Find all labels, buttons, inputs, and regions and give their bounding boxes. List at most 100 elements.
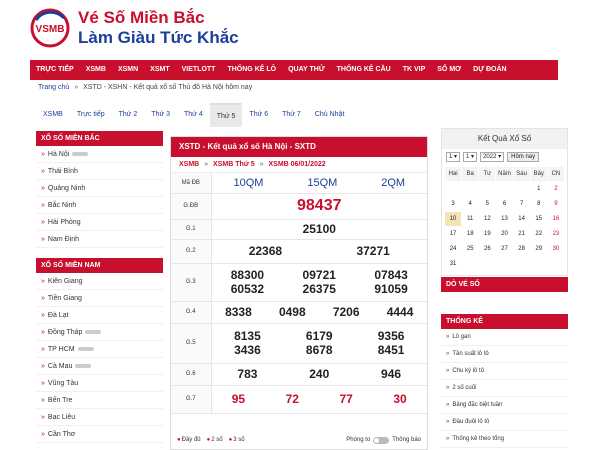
- prize-row: G.6 783 240 946: [171, 363, 427, 386]
- calendar-day: [531, 257, 547, 271]
- month-select[interactable]: 1 ▾: [463, 152, 478, 162]
- sidebar-item[interactable]: » Vũng Tàu: [36, 375, 163, 392]
- option-full[interactable]: ●Đầy đủ: [177, 437, 201, 443]
- nav-item[interactable]: XSMN: [112, 60, 144, 80]
- calendar-day[interactable]: 20: [496, 227, 512, 241]
- nav-item[interactable]: THỐNG KÊ LÔ: [221, 60, 282, 80]
- thong-ke-item[interactable]: » Lô gan: [441, 329, 568, 346]
- vsmb-logo-icon[interactable]: VSMB: [30, 8, 70, 48]
- nav-item[interactable]: XSMT: [144, 60, 175, 80]
- sidebar-item[interactable]: » Quảng Ninh: [36, 180, 163, 197]
- option-3-digits[interactable]: ●3 số: [229, 437, 245, 443]
- calendar-day[interactable]: 1: [531, 182, 547, 196]
- tab-day[interactable]: Trực tiếp: [70, 103, 112, 127]
- link-xsmb-thu5[interactable]: XSMB Thứ 5: [213, 161, 255, 168]
- tab-day[interactable]: XSMB: [36, 103, 70, 127]
- calendar-day[interactable]: 17: [445, 227, 461, 241]
- thong-ke-item[interactable]: » Chu kỳ lô tô: [441, 363, 568, 380]
- prize-row: G.5 8135 6179 9356 3436 8678 8451: [171, 323, 427, 364]
- tab-day[interactable]: Thứ 2: [112, 103, 145, 127]
- calendar-day[interactable]: 29: [531, 242, 547, 256]
- calendar-day[interactable]: 10: [445, 212, 462, 226]
- sidebar-item[interactable]: » TP HCM: [36, 341, 163, 358]
- thong-ke-item[interactable]: » Tần suất lô tô: [441, 346, 568, 363]
- calendar-day[interactable]: 16: [548, 212, 564, 226]
- nav-item[interactable]: VIETLOTT: [176, 60, 222, 80]
- sidebar-item[interactable]: » Tiền Giang: [36, 290, 163, 307]
- prize-row: G.1 25100: [171, 219, 427, 240]
- calendar-day[interactable]: 9: [548, 197, 564, 211]
- number-row: 8338 0498 7206 4444: [212, 305, 428, 319]
- calendar-day[interactable]: 22: [531, 227, 547, 241]
- prize-label: G.1: [171, 219, 212, 240]
- calendar-day[interactable]: 27: [496, 242, 512, 256]
- thong-ke-label: Thống kê theo tổng: [452, 436, 505, 442]
- calendar-day[interactable]: 6: [496, 197, 512, 211]
- bullet-icon: »: [41, 431, 45, 438]
- calendar-day[interactable]: 15: [531, 212, 547, 226]
- do-ve-so-header[interactable]: DÒ VÉ SỐ: [441, 277, 568, 292]
- calendar-day[interactable]: 7: [514, 197, 530, 211]
- sidebar-item[interactable]: » Kiên Giang: [36, 273, 163, 290]
- prize-number: 09721: [302, 268, 336, 282]
- nav-item[interactable]: SỔ MƠ: [431, 60, 467, 80]
- option-2-digits[interactable]: ●2 số: [207, 437, 223, 443]
- tab-day[interactable]: Thứ 3: [144, 103, 177, 127]
- link-xsmb[interactable]: XSMB: [179, 161, 199, 168]
- thong-ke-item[interactable]: » Đầu đuôi lô tô: [441, 414, 568, 431]
- calendar-day[interactable]: 19: [479, 227, 495, 241]
- calendar-day[interactable]: 4: [462, 197, 478, 211]
- nav-item[interactable]: XSMB: [80, 60, 112, 80]
- calendar-day[interactable]: 13: [496, 212, 512, 226]
- calendar-day[interactable]: 11: [462, 212, 478, 226]
- link-xsmb-date[interactable]: XSMB 06/01/2022: [269, 161, 326, 168]
- calendar-day[interactable]: 14: [514, 212, 530, 226]
- thong-ke-item[interactable]: » Bảng đặc biệt tuần: [441, 397, 568, 414]
- calendar-day[interactable]: 24: [445, 242, 461, 256]
- calendar-day[interactable]: 5: [479, 197, 495, 211]
- tab-day[interactable]: Thứ 4: [177, 103, 210, 127]
- sidebar-item[interactable]: » Thái Bình: [36, 163, 163, 180]
- calendar-day[interactable]: 30: [548, 242, 564, 256]
- nav-item[interactable]: TRỰC TIẾP: [30, 60, 80, 80]
- calendar-day[interactable]: 8: [531, 197, 547, 211]
- calendar-day[interactable]: 18: [462, 227, 478, 241]
- calendar-day[interactable]: 2: [548, 182, 564, 196]
- tab-day[interactable]: Chủ Nhật: [308, 103, 352, 127]
- year-select[interactable]: 2022 ▾: [480, 152, 505, 162]
- calendar-day[interactable]: 23: [548, 227, 564, 241]
- today-button[interactable]: Hôm nay: [507, 152, 540, 162]
- nav-item[interactable]: TK VIP: [397, 60, 432, 80]
- sidebar-item[interactable]: » Hải Phòng: [36, 214, 163, 231]
- nav-item[interactable]: DỰ ĐOÁN: [467, 60, 512, 80]
- calendar-day[interactable]: 25: [462, 242, 478, 256]
- nav-item[interactable]: QUAY THỬ: [282, 60, 331, 80]
- breadcrumb-home[interactable]: Trang chủ: [38, 84, 69, 91]
- nav-item[interactable]: THỐNG KÊ CẦU: [331, 60, 397, 80]
- sidebar-item[interactable]: » Hà Nội: [36, 146, 163, 163]
- prize-numbers: 98437: [211, 193, 427, 220]
- header: VSMB Vé Số Miền Bắc Làm Giàu Tức Khắc: [0, 0, 600, 58]
- brand-title[interactable]: Vé Số Miền Bắc: [78, 8, 205, 28]
- day-select[interactable]: 1 ▾: [446, 152, 461, 162]
- sidebar-item[interactable]: » Cà Mau: [36, 358, 163, 375]
- thong-ke-item[interactable]: » Thống kê theo tổng: [441, 431, 568, 448]
- calendar-day[interactable]: 3: [445, 197, 461, 211]
- sidebar-item[interactable]: » Cần Thơ: [36, 426, 163, 443]
- sidebar-item[interactable]: » Nam Định: [36, 231, 163, 248]
- sidebar-item[interactable]: » Bạc Liêu: [36, 409, 163, 426]
- tab-day[interactable]: Thứ 7: [275, 103, 308, 127]
- calendar-day[interactable]: 28: [514, 242, 530, 256]
- sidebar-item[interactable]: » Đà Lạt: [36, 307, 163, 324]
- calendar-day[interactable]: 12: [479, 212, 495, 226]
- notification-toggle[interactable]: [373, 436, 390, 444]
- sidebar-item[interactable]: » Bến Tre: [36, 392, 163, 409]
- calendar-day[interactable]: 21: [514, 227, 530, 241]
- sidebar-item[interactable]: » Đồng Tháp: [36, 324, 163, 341]
- calendar-day[interactable]: 26: [479, 242, 495, 256]
- calendar-day[interactable]: 31: [445, 257, 461, 271]
- tab-day[interactable]: Thứ 6: [242, 103, 275, 127]
- tab-day[interactable]: Thứ 5: [209, 103, 243, 127]
- sidebar-item[interactable]: » Bắc Ninh: [36, 197, 163, 214]
- thong-ke-item[interactable]: » 2 số cuối: [441, 380, 568, 397]
